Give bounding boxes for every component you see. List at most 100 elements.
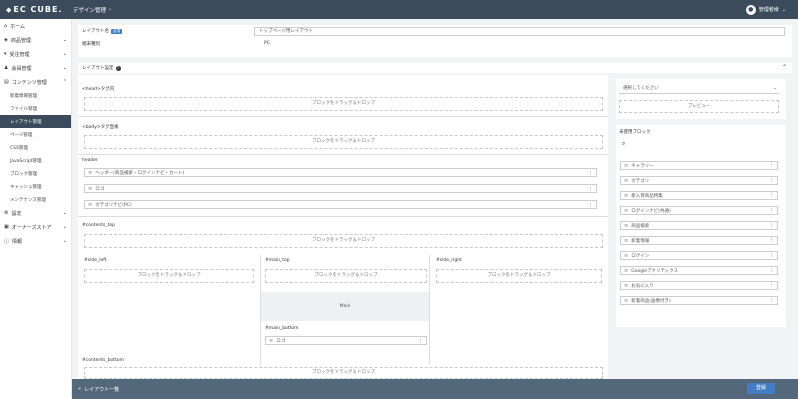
register-button[interactable]: 登録	[747, 383, 775, 394]
device-type-value: PC	[264, 41, 270, 46]
logo-mark: ◆	[6, 5, 12, 14]
area-head-title: <head>タグ内	[82, 87, 115, 92]
kebab-menu-icon[interactable]: ⋮	[770, 283, 775, 288]
kebab-menu-icon[interactable]: ⋮	[770, 193, 775, 198]
unused-block-label: カテゴリ	[631, 178, 650, 184]
home-icon: ⌂	[4, 23, 8, 29]
sidebar-subitem-news[interactable]: 新着情報管理	[0, 89, 71, 102]
kebab-menu-icon[interactable]: ⋮	[418, 338, 423, 344]
drop-zone-side-left[interactable]: ブロックをドラッグ＆ドロップ	[84, 269, 254, 283]
drag-handle-icon[interactable]: ≡	[88, 170, 92, 176]
sidebar-item-store[interactable]: ▣ オーナーズストア ⌄	[0, 220, 71, 234]
unused-block-label: お気に入り	[631, 283, 654, 289]
search-icon[interactable]: ⌕	[622, 140, 625, 148]
drag-handle-icon[interactable]: ≡	[624, 298, 628, 304]
kebab-menu-icon[interactable]: ⋮	[770, 223, 775, 228]
kebab-menu-icon[interactable]: ⋮	[588, 170, 593, 176]
sidebar-item-settings[interactable]: ⚙ 設定 ⌄	[0, 206, 71, 220]
sidebar-item-products[interactable]: ◈ 商品管理 ⌄	[0, 33, 71, 47]
main-content: レイアウト名 必須 トップページ用レイアウト 端末種別 PC レイアウト設定 ?…	[72, 19, 798, 379]
unused-block-item[interactable]: ≡ Googleアナリティクス ⋮	[620, 266, 778, 275]
unused-block-item[interactable]: ≡ カテゴリ ⋮	[620, 176, 778, 185]
breadcrumb-label: デザイン管理	[73, 7, 107, 14]
unused-block-item[interactable]: ≡ お気に入り ⋮	[620, 281, 778, 290]
block-row[interactable]: ≡ カテゴリナビ(PC) ⋮	[84, 200, 597, 209]
kebab-menu-icon[interactable]: ⋮	[588, 186, 593, 192]
kebab-menu-icon[interactable]: ⋮	[770, 208, 775, 213]
drag-handle-icon[interactable]: ≡	[624, 253, 628, 259]
sidebar-item-content[interactable]: ▤ コンテンツ管理 ⌃	[0, 75, 71, 89]
user-menu[interactable]: ● 管理者様 ⌄	[745, 4, 798, 15]
preview-button[interactable]: プレビュー	[619, 100, 779, 113]
kebab-menu-icon[interactable]: ⋮	[770, 298, 775, 303]
back-to-layout-list[interactable]: « レイアウト一覧	[72, 386, 119, 393]
sidebar-subitem-pages[interactable]: ページ管理	[0, 128, 71, 141]
drop-zone-body-prepend[interactable]: ブロックをドラッグ＆ドロップ	[84, 135, 603, 149]
unused-block-item[interactable]: ≡ ギャラリー ⋮	[620, 161, 778, 170]
info-icon: ⓘ	[4, 238, 10, 245]
unused-block-item[interactable]: ≡ 新入荷商品特集 ⋮	[620, 191, 778, 200]
users-icon: ♟	[4, 65, 9, 71]
sidebar-subitem-files[interactable]: ファイル管理	[0, 102, 71, 115]
layout-name-label-text: レイアウト名	[82, 29, 109, 34]
kebab-menu-icon[interactable]: ⋮	[770, 268, 775, 273]
logo[interactable]: ◆ EC CUBE.	[0, 5, 73, 14]
drag-handle-icon[interactable]: ≡	[624, 268, 628, 274]
sidebar-subitem-blocks[interactable]: ブロック管理	[0, 167, 71, 180]
sidebar-item-customers[interactable]: ♟ 会員管理 ⌄	[0, 61, 71, 75]
kebab-menu-icon[interactable]: ⋮	[770, 178, 775, 183]
block-row-label: ヘッダー(商品検索・ログインナビ・カート)	[95, 170, 185, 176]
user-name: 管理者様	[758, 7, 779, 13]
drag-handle-icon[interactable]: ≡	[624, 193, 628, 199]
kebab-menu-icon[interactable]: ⋮	[770, 253, 775, 258]
drag-handle-icon[interactable]: ≡	[88, 186, 92, 192]
sidebar-item-home[interactable]: ⌂ ホーム	[0, 19, 71, 33]
chevron-up-icon[interactable]: ⌃	[782, 64, 787, 71]
drag-handle-icon[interactable]: ≡	[624, 163, 628, 169]
unused-block-item[interactable]: ≡ 商品検索 ⋮	[620, 221, 778, 230]
preview-page-select[interactable]: 選択してください ⌄	[619, 85, 779, 94]
sidebar-item-orders[interactable]: ▾ 受注管理 ⌄	[0, 47, 71, 61]
breadcrumb[interactable]: デザイン管理 ›	[73, 6, 111, 14]
unused-block-item[interactable]: ≡ ログインナビ(共通) ⋮	[620, 206, 778, 215]
kebab-menu-icon[interactable]: ⋮	[770, 238, 775, 243]
drag-handle-icon[interactable]: ≡	[624, 223, 628, 229]
kebab-menu-icon[interactable]: ⋮	[588, 202, 593, 208]
user-circle-icon: ●	[745, 4, 756, 15]
unused-block-item[interactable]: ≡ 新着情報 ⋮	[620, 236, 778, 245]
unused-blocks-panel: 未使用ブロック ⌕ ≡ ギャラリー ⋮ ≡ カテゴリ ⋮ ≡ 新入荷商品特集 ⋮ ≡ ログイン…	[616, 125, 786, 327]
unused-block-label: Googleアナリティクス	[631, 268, 679, 274]
drag-handle-icon[interactable]: ≡	[269, 338, 273, 344]
block-row-label: ロゴ	[276, 338, 286, 344]
unused-block-item[interactable]: ≡ ログイン ⋮	[620, 251, 778, 260]
sidebar-item-info[interactable]: ⓘ 情報 ⌄	[0, 234, 71, 248]
drop-zone-main-top[interactable]: ブロックをドラッグ＆ドロップ	[265, 269, 427, 283]
drag-handle-icon[interactable]: ≡	[624, 178, 628, 184]
sidebar-subitem-css[interactable]: CSS管理	[0, 141, 71, 154]
kebab-menu-icon[interactable]: ⋮	[770, 163, 775, 168]
block-row[interactable]: ≡ ヘッダー(商品検索・ログインナビ・カート) ⋮	[84, 168, 597, 177]
block-row-label: ロゴ	[95, 186, 105, 192]
drag-handle-icon[interactable]: ≡	[624, 238, 628, 244]
sidebar-subitem-layout[interactable]: レイアウト管理	[0, 115, 71, 128]
question-icon[interactable]: ?	[115, 65, 121, 71]
block-row[interactable]: ≡ ロゴ ⋮	[84, 184, 597, 193]
sidebar-subitem-cache[interactable]: キャッシュ管理	[0, 180, 71, 193]
drag-handle-icon[interactable]: ≡	[88, 202, 92, 208]
drop-zone-side-right[interactable]: ブロックをドラッグ＆ドロップ	[436, 269, 602, 283]
area-contents-top-title: #contents_top	[82, 223, 115, 228]
drag-handle-icon[interactable]: ≡	[624, 208, 628, 214]
area-main-top-title: #main_top	[265, 258, 290, 263]
layout-section-title-text: レイアウト設定	[82, 66, 114, 71]
block-row[interactable]: ≡ ロゴ ⋮	[265, 336, 427, 345]
area-main-bottom-title: #main_bottom	[265, 326, 299, 331]
drop-zone-head[interactable]: ブロックをドラッグ＆ドロップ	[84, 97, 603, 111]
drop-zone-contents-bottom[interactable]: ブロックをドラッグ＆ドロップ	[84, 367, 603, 379]
layout-name-input[interactable]: トップページ用レイアウト	[254, 27, 785, 36]
drop-zone-contents-top[interactable]: ブロックをドラッグ＆ドロップ	[84, 234, 603, 248]
footer-bar: « レイアウト一覧 登録	[72, 379, 798, 399]
drag-handle-icon[interactable]: ≡	[624, 283, 628, 289]
sidebar-subitem-maintenance[interactable]: メンテナンス管理	[0, 193, 71, 206]
unused-block-item[interactable]: ≡ 新着商品(画像付き) ⋮	[620, 296, 778, 305]
sidebar-subitem-javascript[interactable]: JavaScript管理	[0, 154, 71, 167]
